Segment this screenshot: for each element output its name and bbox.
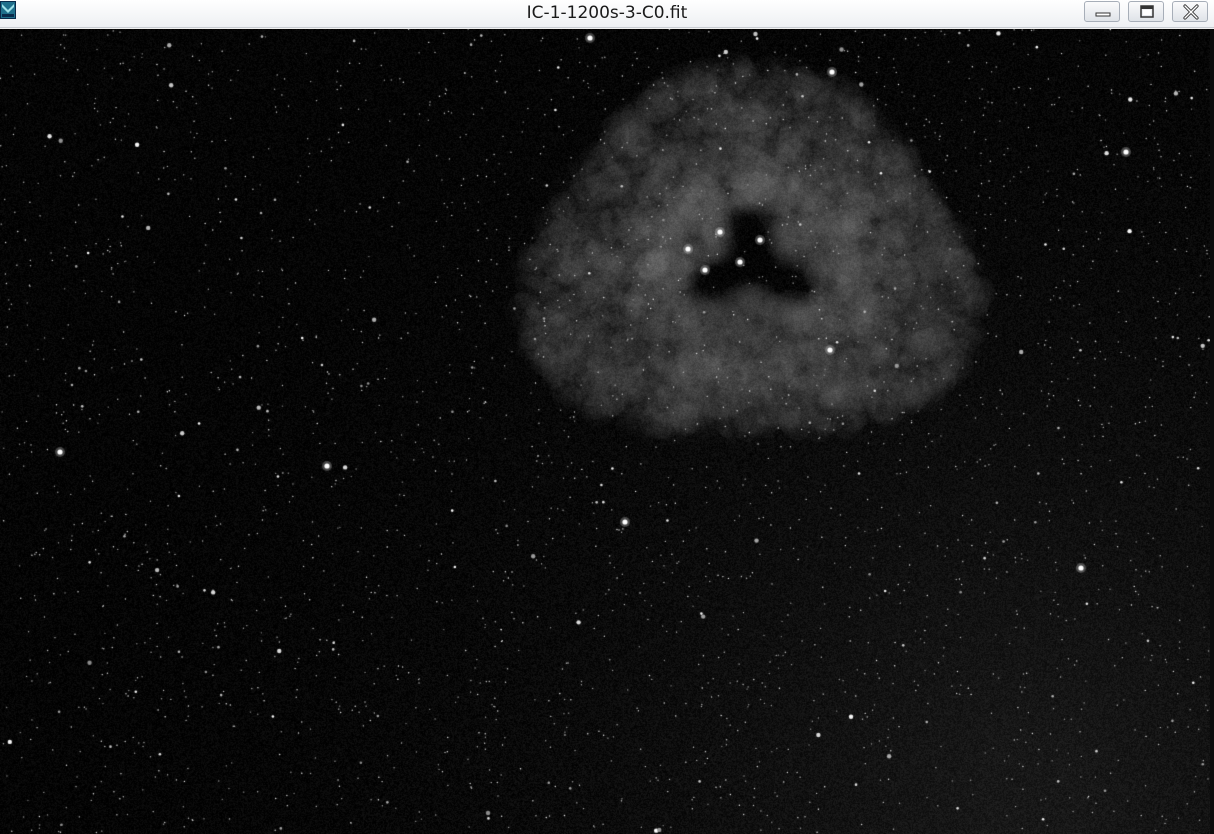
window-title: IC-1-1200s-3-C0.fit — [526, 3, 688, 23]
fits-viewer-app-icon[interactable] — [0, 1, 16, 19]
title-bar[interactable]: IC-1-1200s-3-C0.fit — [0, 0, 1214, 28]
image-window: IC-1-1200s-3-C0.fit — [0, 0, 1214, 834]
close-icon — [1183, 4, 1199, 20]
nebula-starfield-image[interactable] — [0, 29, 1214, 834]
image-viewport[interactable] — [0, 29, 1214, 834]
minimize-button[interactable] — [1084, 1, 1120, 22]
maximize-icon — [1140, 5, 1154, 18]
viewport-right-edge — [1210, 29, 1214, 834]
maximize-button[interactable] — [1128, 1, 1164, 22]
minimize-icon — [1095, 12, 1111, 17]
close-button[interactable] — [1172, 1, 1208, 22]
